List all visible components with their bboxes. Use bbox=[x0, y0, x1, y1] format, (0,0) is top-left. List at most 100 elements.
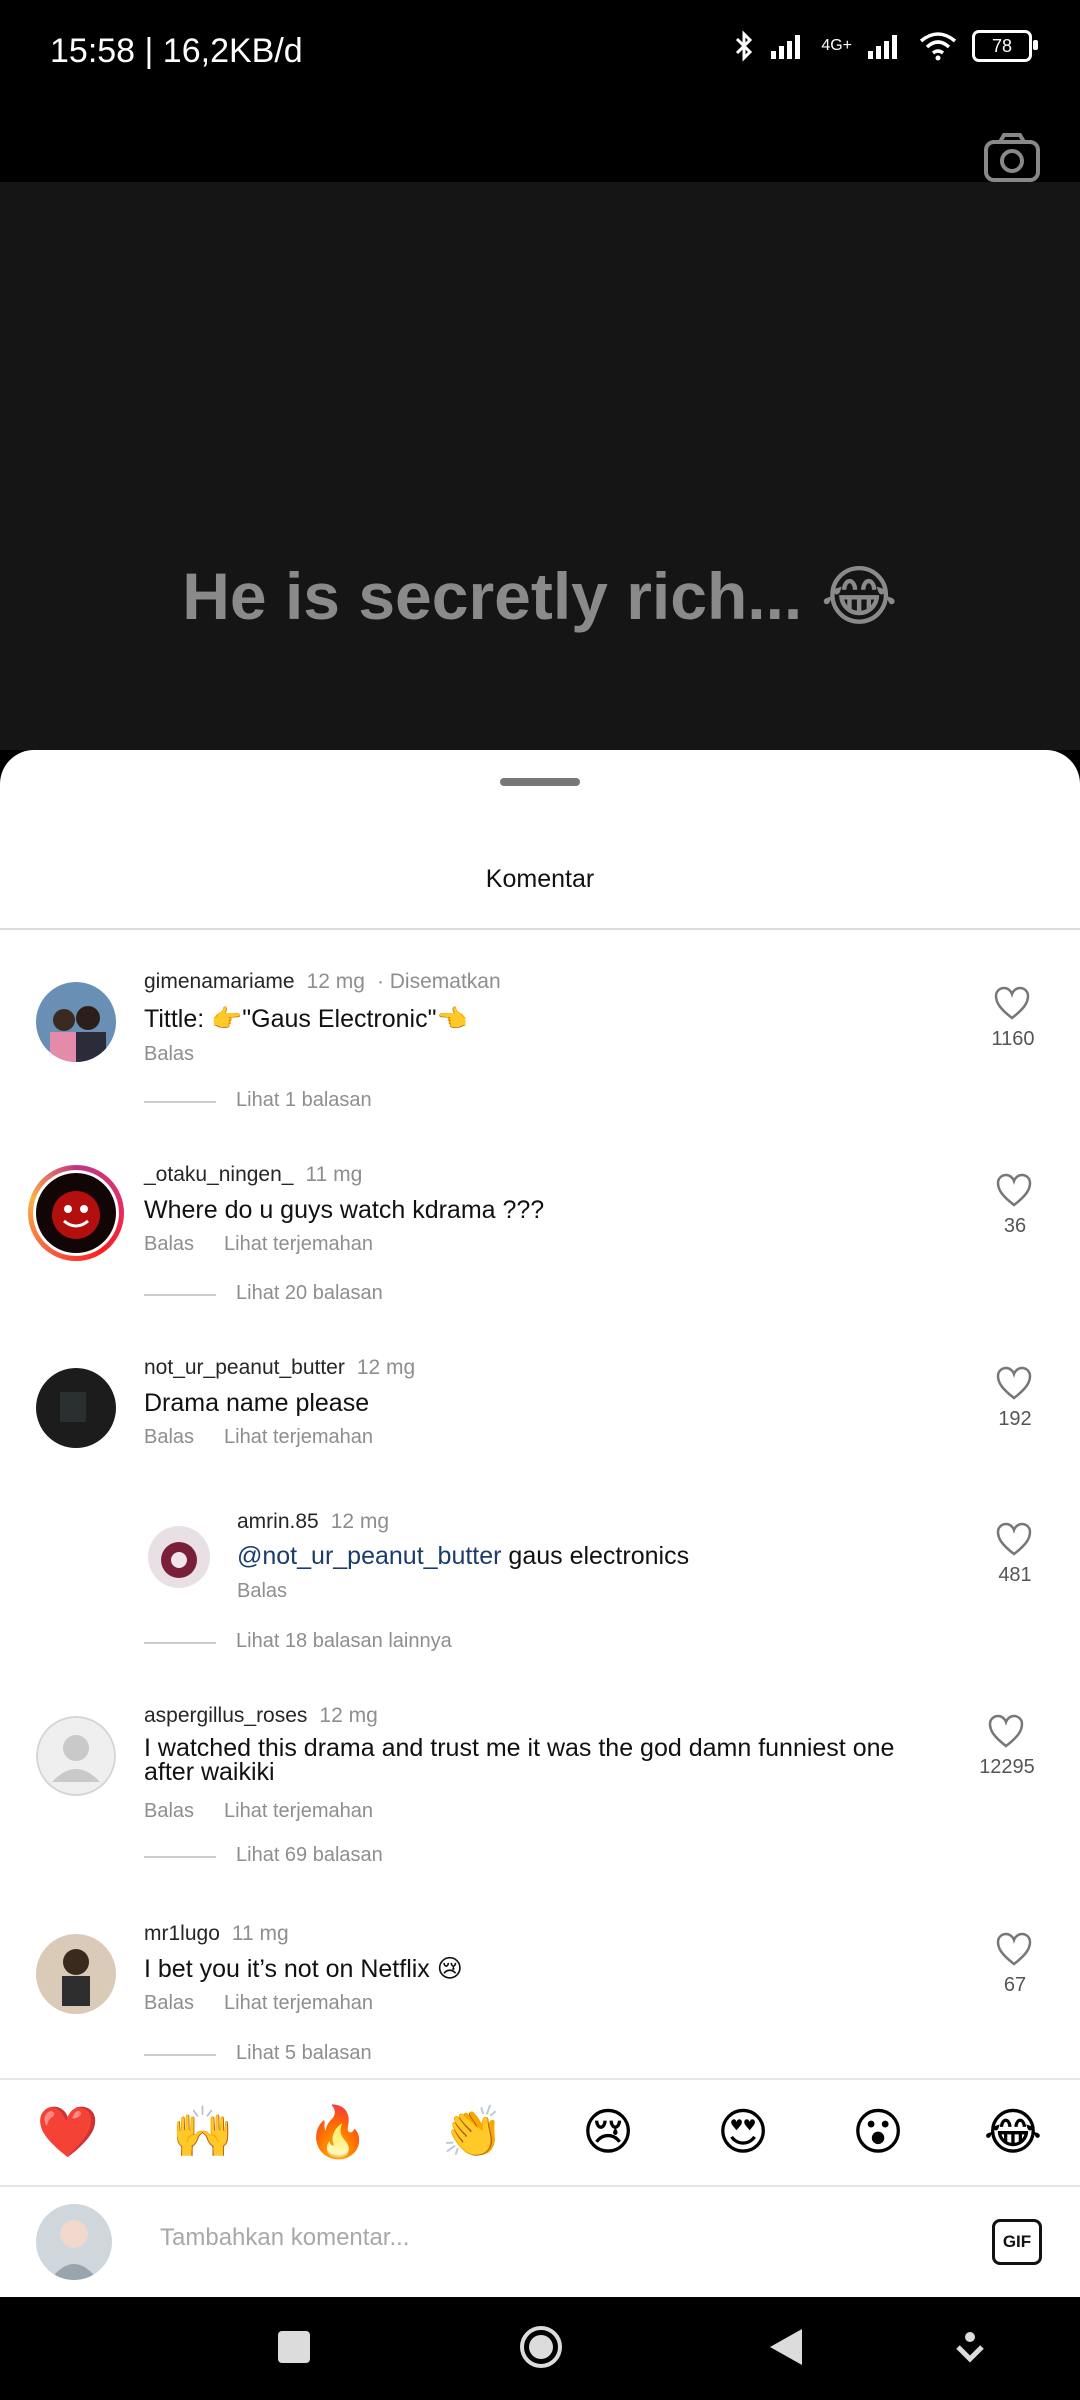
reply-button[interactable]: Balas bbox=[144, 1800, 194, 1822]
view-replies-button[interactable]: Lihat 5 balasan bbox=[236, 2042, 372, 2065]
reply-button[interactable]: Balas bbox=[237, 1580, 287, 1602]
heart-outline-icon[interactable] bbox=[996, 1932, 1032, 1966]
replies-line bbox=[144, 1642, 216, 1644]
username-text[interactable]: mr1lugo bbox=[144, 1922, 220, 1945]
comment-time: 11 mg bbox=[231, 1922, 289, 1945]
replies-line bbox=[144, 2054, 216, 2056]
emoji-crying-button[interactable]: 😢 bbox=[573, 2102, 643, 2162]
translate-button[interactable]: Lihat terjemahan bbox=[224, 1992, 373, 2014]
comment-time: 11 mg bbox=[305, 1163, 363, 1186]
navigation-bar bbox=[0, 2297, 1080, 2400]
comment-item: mr1lugo 11 mg I bet you it’s not on Netfl… bbox=[0, 1912, 1080, 2082]
like-count: 481 bbox=[998, 1564, 1032, 1586]
comment-username[interactable]: not_ur_peanut_butter 12 mg bbox=[144, 1356, 415, 1380]
status-icons: 4G+ 78 bbox=[733, 30, 1038, 62]
drag-handle[interactable] bbox=[500, 778, 580, 786]
view-replies-button[interactable]: Lihat 69 balasan bbox=[236, 1844, 383, 1867]
square-icon[interactable] bbox=[274, 2317, 314, 2377]
username-text[interactable]: amrin.85 bbox=[237, 1510, 319, 1533]
sheet-title: Komentar bbox=[485, 865, 595, 893]
heart-outline-icon[interactable] bbox=[988, 1714, 1024, 1748]
mention-link[interactable]: @not_ur_peanut_butter bbox=[237, 1542, 501, 1570]
translate-button[interactable]: Lihat terjemahan bbox=[224, 1233, 373, 1255]
emoji-raising-hands-button[interactable]: 🙌 bbox=[168, 2102, 238, 2162]
comment-actions: Balas bbox=[144, 1043, 224, 1066]
emoji-surprised-button[interactable]: 😮 bbox=[843, 2102, 913, 2162]
video-top-bar bbox=[0, 110, 1080, 182]
signal-icon bbox=[771, 35, 801, 59]
pinned-label: · Disematkan bbox=[376, 970, 501, 993]
avatar[interactable] bbox=[36, 1716, 116, 1796]
username-text[interactable]: not_ur_peanut_butter bbox=[144, 1356, 345, 1379]
emoji-heart-button[interactable]: ❤️ bbox=[33, 2102, 103, 2162]
reply-button[interactable]: Balas bbox=[144, 1233, 194, 1255]
video-area: He is secretly rich... 😂 bbox=[0, 110, 1080, 750]
comment-actions: Balas Lihat terjemahan bbox=[144, 1233, 403, 1256]
reply-item: amrin.85 12 mg @not_ur_peanut_butter gaus… bbox=[0, 1500, 1080, 1670]
view-replies-button[interactable]: Lihat 20 balasan bbox=[236, 1282, 383, 1305]
avatar[interactable] bbox=[36, 2204, 112, 2280]
comment-username[interactable]: _otaku_ningen_ 11 mg bbox=[144, 1163, 362, 1187]
heart-outline-icon[interactable] bbox=[996, 1522, 1032, 1556]
heart-outline-icon[interactable] bbox=[996, 1173, 1032, 1207]
comment-actions: Balas Lihat terjemahan bbox=[144, 1426, 403, 1449]
reply-username[interactable]: amrin.85 12 mg bbox=[237, 1510, 389, 1534]
comment-text: Where do u guys watch kdrama ??? bbox=[144, 1196, 545, 1224]
emoji-heart-eyes-button[interactable]: 😍 bbox=[708, 2102, 778, 2162]
reply-time: 12 mg bbox=[330, 1510, 390, 1533]
wifi-icon bbox=[919, 32, 957, 61]
username-text[interactable]: aspergillus_roses bbox=[144, 1704, 307, 1727]
comment-item: aspergillus_roses 12 mg I watched this dr… bbox=[0, 1694, 1080, 1912]
username-text[interactable]: _otaku_ningen_ bbox=[144, 1163, 293, 1186]
comment-time: 12 mg bbox=[356, 1356, 416, 1379]
avatar[interactable] bbox=[148, 1526, 210, 1588]
translate-button[interactable]: Lihat terjemahan bbox=[224, 1426, 373, 1448]
comment-username[interactable]: gimenamariame 12 mg · Disematkan bbox=[144, 970, 501, 994]
reply-button[interactable]: Balas bbox=[144, 1426, 194, 1448]
comment-username[interactable]: aspergillus_roses 12 mg bbox=[144, 1704, 378, 1728]
camera-icon[interactable] bbox=[982, 128, 1042, 188]
status-time: 15:58 | 16,2KB/d bbox=[50, 32, 303, 70]
emoji-fire-button[interactable]: 🔥 bbox=[303, 2102, 373, 2162]
like-count: 192 bbox=[998, 1408, 1032, 1430]
divider bbox=[0, 928, 1080, 930]
video-caption: He is secretly rich... 😂 bbox=[182, 559, 898, 633]
back-triangle-icon[interactable] bbox=[766, 2317, 806, 2377]
emoji-laughing-button[interactable]: 😂 bbox=[978, 2102, 1048, 2162]
like-count: 36 bbox=[1003, 1215, 1027, 1237]
replies-line bbox=[144, 1101, 216, 1103]
view-replies-button[interactable]: Lihat 18 balasan lainnya bbox=[236, 1630, 452, 1653]
view-replies-button[interactable]: Lihat 1 balasan bbox=[236, 1089, 372, 1112]
reply-text: @not_ur_peanut_butter gaus electronics bbox=[237, 1542, 957, 1571]
comment-time: 12 mg bbox=[306, 970, 365, 993]
emoji-bar: ❤️ 🙌 🔥 👏 😢 😍 😮 😂 bbox=[0, 2078, 1080, 2187]
avatar[interactable] bbox=[28, 1165, 124, 1261]
heart-outline-icon[interactable] bbox=[996, 1366, 1032, 1400]
reply-actions: Balas bbox=[237, 1580, 317, 1603]
comment-item: gimenamariame 12 mg · Disematkan Tittle: 👉… bbox=[0, 960, 1080, 1150]
emoji-clap-button[interactable]: 👏 bbox=[438, 2102, 508, 2162]
comment-text: Drama name please bbox=[144, 1389, 370, 1417]
avatar[interactable] bbox=[36, 982, 116, 1062]
heart-outline-icon[interactable] bbox=[994, 986, 1030, 1020]
down-arrow-icon[interactable] bbox=[952, 2317, 988, 2377]
signal-icon-2 bbox=[868, 35, 897, 59]
reply-button[interactable]: Balas bbox=[144, 1992, 194, 2014]
avatar[interactable] bbox=[36, 1934, 116, 2014]
like-count: 1160 bbox=[991, 1028, 1035, 1050]
like-count: 12295 bbox=[979, 1756, 1035, 1778]
circle-home-icon[interactable] bbox=[518, 2317, 564, 2377]
username-text[interactable]: gimenamariame bbox=[144, 970, 295, 993]
reply-button[interactable]: Balas bbox=[144, 1043, 194, 1065]
comment-actions: Balas Lihat terjemahan bbox=[144, 1800, 403, 1823]
reply-body: gaus electronics bbox=[501, 1542, 690, 1570]
comment-actions: Balas Lihat terjemahan bbox=[144, 1992, 403, 2015]
comment-item: not_ur_peanut_butter 12 mg Drama name ple… bbox=[0, 1346, 1080, 1466]
translate-button[interactable]: Lihat terjemahan bbox=[224, 1800, 373, 1822]
comment-username[interactable]: mr1lugo 11 mg bbox=[144, 1922, 289, 1946]
comment-item: _otaku_ningen_ 11 mg Where do u guys watc… bbox=[0, 1153, 1080, 1343]
comment-input[interactable] bbox=[158, 2223, 942, 2253]
avatar[interactable] bbox=[36, 1368, 116, 1448]
gif-button[interactable]: GIF bbox=[992, 2219, 1042, 2265]
like-count: 67 bbox=[1003, 1974, 1027, 1996]
